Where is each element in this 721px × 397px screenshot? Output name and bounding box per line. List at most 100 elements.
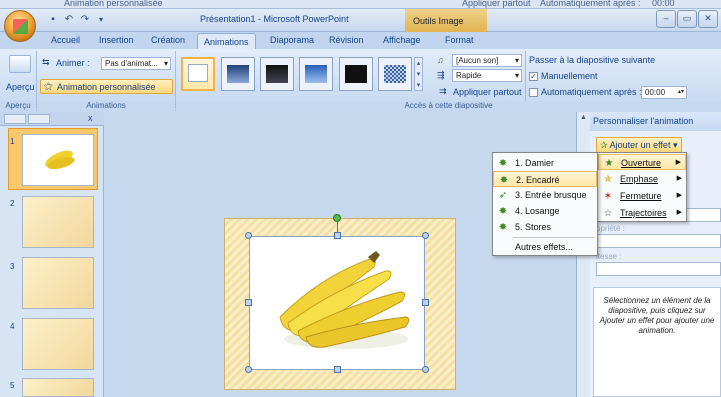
minimize-button[interactable]: – [656,10,676,28]
slides-tab[interactable] [4,114,26,124]
maximize-button[interactable]: ▭ [677,10,697,28]
tab-animations[interactable]: Animations [197,33,256,50]
slide-thumbnail-5[interactable] [22,378,94,397]
tab-revision[interactable]: Révision [329,32,364,49]
add-effect-label: Ajouter un effet [609,140,671,150]
menu-item-entree-brusque[interactable]: ➶ 3. Entrée brusque [493,187,597,203]
animate-dropdown[interactable]: Pas d'animat... ▾ [101,57,171,70]
resize-handle-e[interactable] [422,299,429,306]
auto-time-spinner[interactable]: 00:00 ▴▾ [641,86,687,99]
tab-insertion[interactable]: Insertion [99,32,134,49]
sound-dropdown[interactable]: [Aucun son] ▾ [452,54,522,67]
menu-item-stores[interactable]: ✸ 5. Stores [493,219,597,235]
animate-label: Animer : [56,58,90,68]
ribbon-tabs: Accueil Insertion Création Animations Di… [0,32,721,50]
custom-animation-label: Animation personnalisée [57,82,156,92]
apply-all-button[interactable]: Appliquer partout [453,87,522,97]
save-icon[interactable]: ▪ [46,13,60,26]
transition-cut[interactable] [299,57,333,91]
menu-item-emphase[interactable]: ✯ Emphase ▶ [598,171,686,187]
auto-advance-option[interactable]: Automatiquement après : [529,87,642,98]
ghost-apply-all: Appliquer partout [462,0,531,8]
pane-hint-text: Sélectionnez un élément de la diapositiv… [593,287,721,397]
animate-icon: ⇆ [42,57,50,67]
context-tab-picture-tools: Outils Image [405,9,487,32]
chevron-down-icon: ▾ [672,140,678,150]
window-controls: – ▭ ✕ [656,10,718,28]
transition-fade-black[interactable] [260,57,294,91]
undo-icon[interactable]: ↶ [62,13,76,26]
transition-cut-black[interactable] [339,57,373,91]
slide-thumbnail-4[interactable] [22,318,94,370]
close-button[interactable]: ✕ [698,10,718,28]
slide-thumbnail-1[interactable] [22,134,94,186]
transition-none[interactable] [181,57,215,91]
transition-dissolve[interactable] [378,57,412,91]
resize-handle-w[interactable] [245,299,252,306]
tab-format[interactable]: Format [445,32,474,49]
tab-affichage[interactable]: Affichage [383,32,420,49]
transition-gallery-scroll[interactable]: ▴ ▾ ▾ [414,57,423,91]
tab-creation[interactable]: Création [151,32,185,49]
entrance-star-icon: ★ [604,157,614,169]
animate-value: Pas d'animat... [105,59,158,68]
apply-all-icon: ⇉ [439,86,447,96]
manual-label: Manuellement [541,71,598,81]
speed-dropdown[interactable]: Rapide ▾ [452,69,522,82]
sound-value: [Aucun son] [456,56,499,65]
resize-handle-n[interactable] [334,232,341,239]
ghost-auto-after: Automatiquement après : [540,0,641,8]
preview-icon[interactable] [9,55,31,73]
resize-handle-nw[interactable] [245,232,252,239]
submenu-arrow-icon: ▶ [676,175,682,182]
entrance-effect-icon: ✸ [498,205,508,217]
menu-item-trajectoires[interactable]: ☆ Trajectoires ▶ [598,205,686,221]
slide-thumbnail-3[interactable] [22,257,94,309]
auto-checkbox[interactable] [529,88,538,98]
close-pane-icon[interactable]: x [88,113,93,123]
property-field[interactable] [596,234,721,248]
submenu-arrow-icon: ▶ [675,159,681,166]
manual-checkbox[interactable]: ✓ [529,72,538,82]
ribbon: Aperçu ⇆ Animer : Pas d'animat... ▾ ⚝ Ani… [0,49,721,111]
banana-thumb-icon [45,150,75,170]
menu-item-fermeture[interactable]: ✶ Fermeture ▶ [598,188,686,204]
menu-item-losange[interactable]: ✸ 4. Losange [493,203,597,219]
slide-number: 1 [10,137,15,146]
custom-animation-button[interactable]: ⚝ Animation personnalisée [40,79,173,94]
menu-label: Emphase [620,174,659,184]
speed-field[interactable] [596,262,721,276]
menu-label: Fermeture [620,191,662,201]
qat-customize-icon[interactable]: ▾ [94,13,108,26]
menu-label: 5. Stores [515,222,552,232]
menu-item-encadre[interactable]: ✸ 2. Encadré [493,171,597,187]
redo-icon[interactable]: ↷ [78,13,92,26]
outline-tab[interactable] [28,114,50,124]
resize-handle-se[interactable] [422,366,429,373]
submenu-arrow-icon: ▶ [676,192,682,199]
slide-number: 2 [10,199,15,208]
manual-advance-option[interactable]: ✓ Manuellement [529,71,598,82]
menu-item-ouverture[interactable]: ★ Ouverture ▶ [598,154,686,170]
slide-thumbnail-2[interactable] [22,196,94,248]
preview-button[interactable]: Aperçu [6,82,35,92]
window-title: Présentation1 - Microsoft PowerPoint [200,14,349,24]
menu-label: Ouverture [621,158,662,168]
menu-label: 4. Losange [515,206,560,216]
effect-type-menu: ★ Ouverture ▶ ✯ Emphase ▶ ✶ Fermeture ▶ ☆ Traje… [597,152,687,222]
selected-picture[interactable] [249,236,425,370]
resize-handle-s[interactable] [334,366,341,373]
menu-item-damier[interactable]: ✸ 1. Damier [493,155,597,171]
resize-handle-ne[interactable] [422,232,429,239]
tab-diaporama[interactable]: Diaporama [270,32,314,49]
add-effect-button[interactable]: ✰ Ajouter un effet ▾ [596,137,682,153]
transition-fade-smooth[interactable] [221,57,255,91]
tab-accueil[interactable]: Accueil [51,32,80,49]
office-logo-icon [13,19,28,34]
resize-handle-sw[interactable] [245,366,252,373]
menu-item-more-effects[interactable]: Autres effets... [493,239,597,255]
advance-slide-title: Passer à la diapositive suivante [529,55,656,65]
group-label-animations: Animations [37,101,175,111]
office-button[interactable] [4,10,36,42]
entrance-effect-icon: ✸ [498,221,508,233]
